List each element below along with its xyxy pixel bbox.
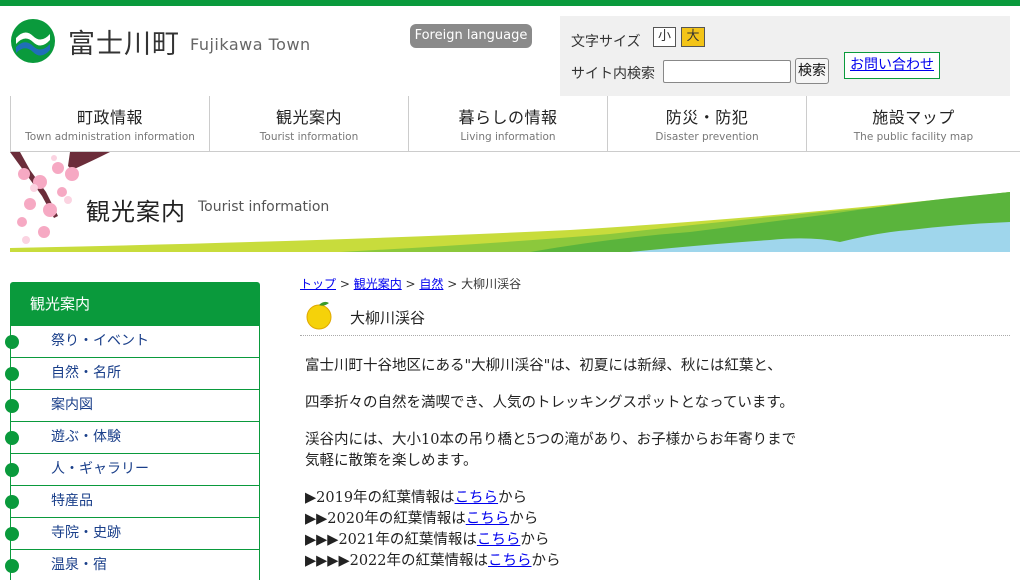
side-item-label: 寺院・史跡 <box>51 525 121 541</box>
bullet-icon <box>5 495 19 509</box>
header-tools: 文字サイズ 小 大 サイト内検索 検索 お問い合わせ <box>560 16 1010 96</box>
page-heading: 大柳川渓谷 <box>300 298 1010 336</box>
info-suffix: から <box>531 553 561 569</box>
search-input[interactable] <box>663 60 791 83</box>
content-line: 渓谷内には、大小10本の吊り橋と5つの滝があり、お子様からお年寄りまで <box>305 432 797 448</box>
breadcrumb-separator: > <box>336 277 354 291</box>
site-logo[interactable]: 富士川町 Fujikawa Town <box>10 18 311 64</box>
gnav-tourist-information[interactable]: 観光案内 Tourist information <box>209 96 408 151</box>
search-button[interactable]: 検索 <box>795 58 829 84</box>
side-item-festivals[interactable]: 祭り・イベント <box>5 326 260 358</box>
gnav-disaster-prevention[interactable]: 防災・防犯 Disaster prevention <box>607 96 806 151</box>
side-item-label: 祭り・イベント <box>51 333 149 349</box>
bullet-icon <box>5 527 19 541</box>
gnav-label-en: Town administration information <box>25 131 195 143</box>
side-item-label: 遊ぶ・体験 <box>51 429 121 445</box>
page-title: 大柳川渓谷 <box>350 309 426 327</box>
breadcrumb-tourism-link[interactable]: 観光案内 <box>354 277 402 291</box>
autumn-info-2022: ▶▶▶▶2022年の紅葉情報はこちらから <box>305 551 1005 572</box>
gnav-label-jp: 観光案内 <box>275 108 342 127</box>
bullet-icon <box>5 335 19 349</box>
gnav-label-jp: 暮らしの情報 <box>458 108 558 127</box>
side-item-activities[interactable]: 遊ぶ・体験 <box>5 422 260 454</box>
side-navigation: 観光案内 祭り・イベント 自然・名所 案内図 遊ぶ・体験 人・ギャラリー 特産品… <box>5 282 260 580</box>
section-banner: 観光案内 Tourist information <box>10 152 1010 252</box>
bullet-icon <box>5 367 19 381</box>
banner-subtitle: Tourist information <box>198 199 330 215</box>
side-item-specialties[interactable]: 特産品 <box>5 486 260 518</box>
autumn-2020-link[interactable]: こちら <box>466 511 510 527</box>
site-search-label: サイト内検索 <box>571 66 655 82</box>
gnav-living-information[interactable]: 暮らしの情報 Living information <box>408 96 607 151</box>
bullet-icon <box>5 399 19 413</box>
side-item-label: 温泉・宿 <box>51 557 107 573</box>
side-item-label: 特産品 <box>51 493 93 509</box>
banner-title: 観光案内 <box>86 198 186 226</box>
info-suffix: から <box>498 490 528 506</box>
town-name-jp: 富士川町 <box>68 28 180 60</box>
bullet-icon <box>5 463 19 477</box>
side-item-label: 自然・名所 <box>51 365 121 381</box>
breadcrumb: トップ > 観光案内 > 自然 > 大柳川渓谷 <box>300 275 521 292</box>
gnav-town-administration[interactable]: 町政情報 Town administration information <box>10 96 209 151</box>
global-navigation: 町政情報 Town administration information 観光案… <box>10 96 1020 152</box>
font-size-small-button[interactable]: 小 <box>653 27 676 47</box>
info-text: ▶▶▶▶2022年の紅葉情報は <box>305 553 489 569</box>
content-line: 気軽に散策を楽しめます。 <box>305 453 478 469</box>
gnav-facility-map[interactable]: 施設マップ The public facility map <box>806 96 1020 151</box>
autumn-2019-link[interactable]: こちら <box>455 490 499 506</box>
autumn-info-2021: ▶▶▶2021年の紅葉情報はこちらから <box>305 530 1005 551</box>
autumn-info-2019: ▶2019年の紅葉情報はこちらから <box>305 488 1005 509</box>
side-item-hot-springs[interactable]: 温泉・宿 <box>5 550 260 580</box>
font-size-label: 文字サイズ <box>571 34 641 50</box>
gnav-label-jp: 防災・防犯 <box>665 108 749 127</box>
side-item-label: 人・ギャラリー <box>51 461 149 477</box>
content-paragraph: 渓谷内には、大小10本の吊り橋と5つの滝があり、お子様からお年寄りまで 気軽に散… <box>305 430 1005 472</box>
autumn-info-2020: ▶▶2020年の紅葉情報はこちらから <box>305 509 1005 530</box>
main-content: 富士川町十谷地区にある"大柳川渓谷"は、初夏には新緑、秋には紅葉と、 四季折々の… <box>305 356 1005 572</box>
info-suffix: から <box>520 532 550 548</box>
side-item-gallery[interactable]: 人・ギャラリー <box>5 454 260 486</box>
site-header: 富士川町 Fujikawa Town Foreign language 文字サイ… <box>0 6 1020 96</box>
gnav-label-en: Disaster prevention <box>655 131 759 143</box>
town-emblem-icon <box>11 19 55 63</box>
bullet-icon <box>5 431 19 445</box>
autumn-2022-link[interactable]: こちら <box>488 553 532 569</box>
gnav-label-en: Tourist information <box>259 131 359 143</box>
autumn-2021-link[interactable]: こちら <box>477 532 521 548</box>
info-text: ▶2019年の紅葉情報は <box>305 490 455 506</box>
info-suffix: から <box>509 511 539 527</box>
side-item-map[interactable]: 案内図 <box>5 390 260 422</box>
gnav-label-jp: 施設マップ <box>872 108 955 127</box>
breadcrumb-separator: > <box>401 277 420 291</box>
yuzu-citrus-icon <box>306 301 332 330</box>
gnav-label-en: The public facility map <box>853 131 974 143</box>
gnav-label-en: Living information <box>460 131 556 143</box>
side-item-nature[interactable]: 自然・名所 <box>5 358 260 390</box>
breadcrumb-current: 大柳川渓谷 <box>461 277 522 291</box>
side-navigation-title: 観光案内 <box>10 282 260 326</box>
side-item-label: 案内図 <box>51 397 93 413</box>
info-text: ▶▶▶2021年の紅葉情報は <box>305 532 477 548</box>
side-item-temples[interactable]: 寺院・史跡 <box>5 518 260 550</box>
content-paragraph: 四季折々の自然を満喫でき、人気のトレッキングスポットとなっています。 <box>305 395 794 411</box>
content-paragraph: 富士川町十谷地区にある"大柳川渓谷"は、初夏には新緑、秋には紅葉と、 <box>305 358 782 374</box>
foreign-language-button[interactable]: Foreign language <box>410 24 532 48</box>
town-name-en: Fujikawa Town <box>190 34 311 54</box>
font-size-large-button[interactable]: 大 <box>681 27 705 47</box>
breadcrumb-top-link[interactable]: トップ <box>300 277 336 291</box>
info-text: ▶▶2020年の紅葉情報は <box>305 511 466 527</box>
contact-link[interactable]: お問い合わせ <box>844 52 940 79</box>
bullet-icon <box>5 559 19 573</box>
autumn-leaves-info-list: ▶2019年の紅葉情報はこちらから ▶▶2020年の紅葉情報はこちらから ▶▶▶… <box>305 488 1005 572</box>
gnav-label-jp: 町政情報 <box>76 108 143 127</box>
breadcrumb-separator: > <box>443 277 462 291</box>
breadcrumb-nature-link[interactable]: 自然 <box>419 277 443 291</box>
